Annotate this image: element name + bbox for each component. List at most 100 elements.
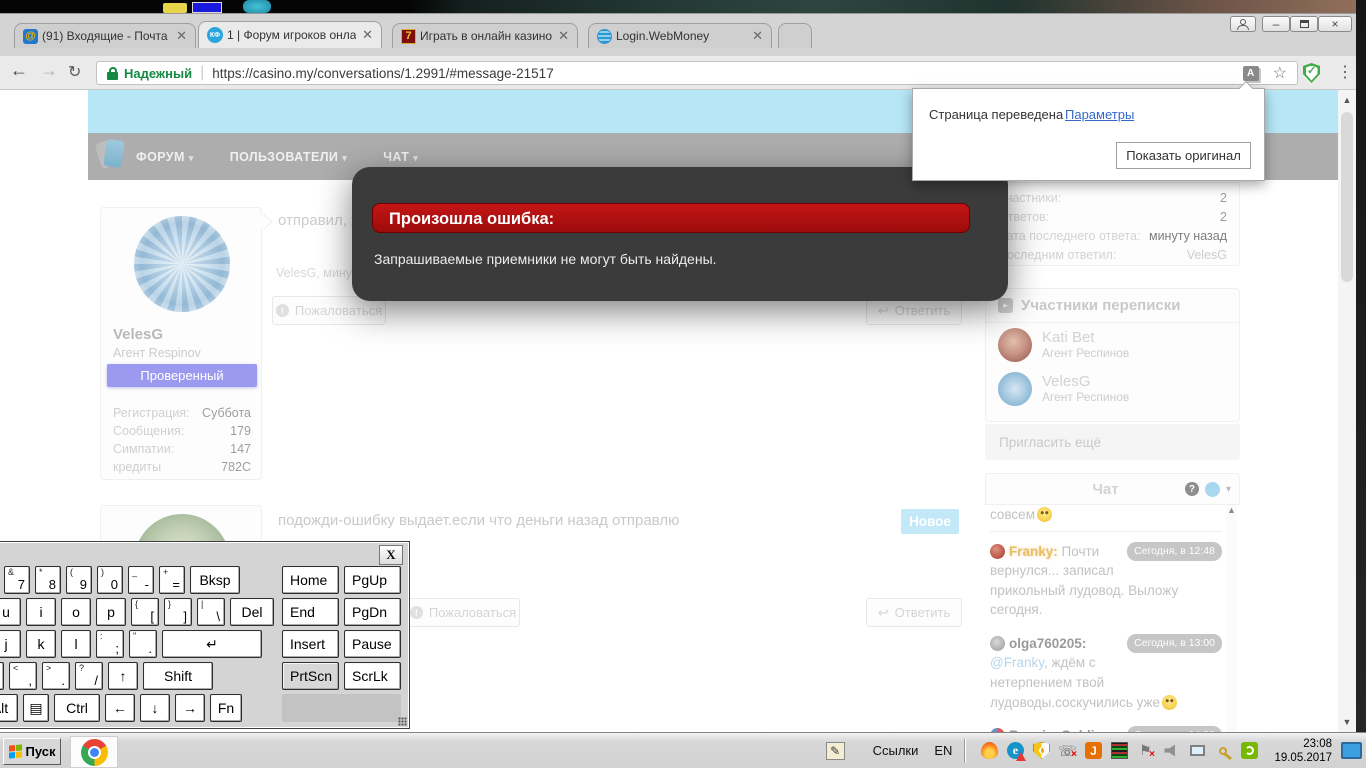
tab-close-icon[interactable]: ✕ — [750, 28, 765, 44]
translate-options-link[interactable]: Параметры — [1065, 107, 1134, 122]
keys-icon[interactable] — [1215, 742, 1232, 760]
keyboard-key[interactable]: :; — [96, 630, 124, 658]
browser-menu-icon[interactable]: ⋮ — [1337, 62, 1353, 82]
translate-icon[interactable]: A — [1242, 65, 1259, 81]
key-menu[interactable]: ▤ — [23, 694, 49, 722]
username[interactable]: VelesG — [113, 326, 163, 343]
tab-close-icon[interactable]: ✕ — [360, 27, 375, 43]
links-toolbar-label[interactable]: Ссылки — [873, 743, 919, 758]
url-text[interactable]: https://casino.my/conversations/1.2991/#… — [212, 66, 1234, 81]
nav-item-users[interactable]: ПОЛЬЗОВАТЕЛИ ▾ — [230, 150, 348, 164]
tab-casino[interactable]: 7 Играть в онлайн казино ✕ — [392, 23, 578, 48]
volume-icon[interactable] — [1163, 742, 1180, 759]
adblock-shield-icon[interactable]: ✓ — [1303, 63, 1320, 83]
key-arrow-up[interactable]: ↑ — [108, 662, 138, 690]
maximize-button[interactable] — [1290, 16, 1318, 32]
keyboard-close-button[interactable]: X — [379, 545, 403, 565]
keyboard-key[interactable]: + = — [159, 566, 185, 594]
taskbar-chrome-button[interactable] — [70, 736, 118, 768]
key-end[interactable]: End — [282, 598, 339, 626]
chat-author[interactable]: olga760205: — [1009, 636, 1086, 651]
key-backspace[interactable]: Bksp — [190, 566, 240, 594]
keyboard-key[interactable]: }] — [164, 598, 192, 626]
tab-forum[interactable]: КФ 1 | Форум игроков онла ✕ — [198, 21, 382, 48]
key-arrow-down[interactable]: ↓ — [140, 694, 170, 722]
network-icon[interactable] — [1189, 742, 1206, 759]
key-fn[interactable]: Fn — [210, 694, 242, 722]
key-delete[interactable]: Del — [230, 598, 274, 626]
invite-more-link[interactable]: Пригласить ещё — [985, 424, 1240, 460]
chat-app-icon[interactable] — [1204, 481, 1220, 497]
browser-scrollbar[interactable]: ▲ ▼ — [1338, 90, 1356, 733]
scroll-up-icon[interactable]: ▲ — [1338, 90, 1356, 105]
chat-scrollbar[interactable]: ▲ — [1226, 505, 1237, 733]
key-insert[interactable]: Insert — [282, 630, 339, 658]
key-scrlk[interactable]: ScrLk — [344, 662, 401, 690]
scrollbar-thumb[interactable] — [1341, 112, 1353, 282]
resize-grip[interactable] — [398, 717, 407, 726]
keyboard-key[interactable]: | \ — [197, 598, 225, 626]
keyboard-key[interactable]: k — [26, 630, 56, 658]
key-prtscn[interactable]: PrtScn — [282, 662, 339, 690]
keyboard-key[interactable]: & 7 — [4, 566, 30, 594]
display-icon[interactable] — [1341, 742, 1362, 759]
keyboard-key[interactable]: _ - — [128, 566, 154, 594]
participant-row[interactable]: VelesG Агент Респинов — [986, 367, 1239, 411]
flame-icon[interactable] — [980, 742, 998, 759]
minimize-button[interactable]: – — [1262, 16, 1290, 32]
mention-link[interactable]: @Franky — [990, 655, 1044, 670]
onscreen-keyboard[interactable]: X ^6 &7 *8 (9 )0 _- += Bksp Home PgUp y … — [0, 541, 410, 729]
keyboard-key[interactable]: j — [0, 630, 21, 658]
tab-close-icon[interactable]: ✕ — [174, 28, 189, 44]
address-bar[interactable]: Надежный | https://casino.my/conversatio… — [96, 61, 1298, 85]
keyboard-key[interactable]: >. — [42, 662, 70, 690]
keyboard-key[interactable]: <, — [9, 662, 37, 690]
reply-button[interactable]: ↩ Ответить — [866, 598, 962, 627]
nav-item-chat[interactable]: ЧАТ ▾ — [383, 150, 418, 164]
keyboard-key[interactable]: i — [26, 598, 56, 626]
bookmark-star-icon[interactable]: ☆ — [1273, 63, 1287, 83]
tray-clock[interactable]: 23:08 19.05.2017 — [1274, 737, 1332, 765]
security-label[interactable]: Надежный — [124, 66, 192, 81]
shield-pause-icon[interactable] — [1032, 742, 1050, 759]
tab-mail[interactable]: @ (91) Входящие - Почта M ✕ — [14, 23, 196, 48]
key-enter[interactable]: ↵ — [162, 630, 262, 658]
profile-button[interactable] — [1230, 16, 1256, 32]
keyboard-key[interactable]: u — [0, 598, 21, 626]
phone-disabled-icon[interactable]: ☏ × — [1058, 742, 1077, 761]
key-arrow-right[interactable]: → — [175, 694, 205, 722]
chat-author[interactable]: Franky: — [1009, 544, 1058, 559]
key-arrow-left[interactable]: ← — [105, 694, 135, 722]
new-tab-button[interactable] — [778, 23, 812, 48]
keyboard-key[interactable]: ". — [129, 630, 157, 658]
screen-grid-icon[interactable] — [1110, 742, 1128, 759]
report-button[interactable]: ! Пожаловаться — [406, 598, 520, 627]
key-pgdn[interactable]: PgDn — [344, 598, 401, 626]
scroll-down-icon[interactable]: ▼ — [1338, 717, 1356, 727]
keyboard-key[interactable]: * 8 — [35, 566, 61, 594]
site-logo[interactable] — [103, 138, 125, 169]
start-button[interactable]: Пуск — [3, 738, 61, 765]
key-pause[interactable]: Pause — [344, 630, 401, 658]
keyboard-titlebar[interactable]: X — [0, 544, 403, 566]
keyboard-key[interactable]: ? / — [75, 662, 103, 690]
keyboard-key[interactable]: p — [96, 598, 126, 626]
reload-icon[interactable]: ↻ — [68, 62, 81, 82]
close-window-button[interactable]: × — [1318, 16, 1352, 32]
participant-row[interactable]: Kati Bet Агент Респинов — [986, 323, 1239, 367]
chat-messages[interactable]: совсем Сегодня, в 12:48 Franky: Почти ве… — [990, 505, 1222, 733]
java-icon[interactable]: J — [1084, 742, 1102, 759]
keyboard-key[interactable]: {[ — [131, 598, 159, 626]
back-icon[interactable]: ← — [10, 60, 28, 81]
chevron-down-icon[interactable]: ▾ — [1226, 484, 1231, 495]
keyboard-key[interactable]: (9 — [66, 566, 92, 594]
nvidia-icon[interactable] — [1240, 742, 1258, 759]
nav-item-forum[interactable]: ФОРУМ ▾ — [136, 150, 194, 164]
keyboard-key[interactable]: m — [0, 662, 4, 690]
key-pgup[interactable]: PgUp — [344, 566, 401, 594]
key-ctrl[interactable]: Ctrl — [54, 694, 100, 722]
key-home[interactable]: Home — [282, 566, 339, 594]
keyboard-key[interactable]: l — [61, 630, 91, 658]
keyboard-key[interactable]: ) 0 — [97, 566, 123, 594]
avatar[interactable] — [134, 216, 230, 312]
